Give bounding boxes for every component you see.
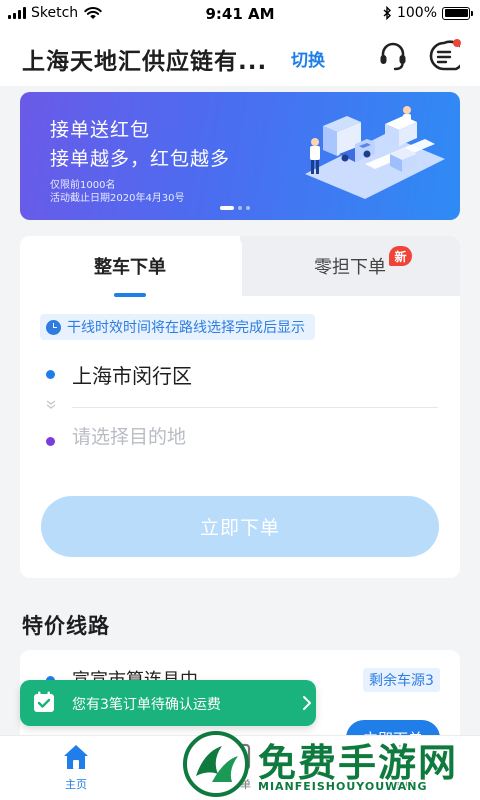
home-icon	[64, 745, 88, 769]
destination-input[interactable]	[72, 426, 372, 448]
status-right: 100%	[383, 5, 473, 21]
banner-dot[interactable]	[246, 206, 250, 210]
banner-note-deadline: 活动截止日期2020年4月30号	[50, 193, 185, 204]
origin-dot	[46, 370, 55, 379]
watermark-logo-icon	[183, 731, 249, 797]
calendar-check-icon	[34, 691, 54, 712]
toast-message: 您有3笔订单待确认运费	[72, 697, 221, 713]
banner-headline: 接单送红包	[50, 119, 151, 141]
watermark-title: 免费手游网	[258, 741, 459, 785]
tab-home-label: 主页	[65, 778, 87, 791]
promo-banner[interactable]: 接单送红包 接单越多，红包越多 仅限前1000名 活动截止日期2020年4月30…	[20, 92, 460, 220]
headset-icon[interactable]	[377, 40, 409, 72]
banner-dot[interactable]	[220, 206, 234, 210]
banner-pagination	[220, 206, 250, 210]
clock-icon	[46, 319, 61, 335]
banner-subheadline: 接单越多，红包越多	[50, 148, 231, 170]
battery-percent: 100%	[396, 5, 437, 21]
origin-field[interactable]: 上海市闵行区	[72, 360, 192, 389]
tab-home[interactable]: 主页	[36, 742, 116, 792]
transit-time-tip: 干线时效时间将在路线选择完成后显示	[40, 314, 315, 340]
tab-less-than-truckload[interactable]: 零担下单	[240, 236, 460, 296]
tab-full-truckload[interactable]: 整车下单	[20, 236, 240, 296]
place-order-button[interactable]: 立即下单	[41, 496, 439, 557]
unread-dot	[453, 39, 461, 47]
app-header: 上海天地汇供应链有... 切换	[0, 28, 480, 86]
logistics-illustration	[305, 106, 445, 199]
battery-icon	[442, 6, 473, 20]
double-chevron-down-icon	[46, 400, 56, 409]
company-name: 上海天地汇供应链有...	[22, 49, 268, 75]
active-tab-indicator	[114, 293, 146, 297]
destination-dot	[46, 437, 55, 446]
banner-dot[interactable]	[238, 206, 242, 210]
bluetooth-icon	[383, 6, 391, 20]
switch-company-button[interactable]: 切换	[291, 46, 325, 71]
tip-text: 干线时效时间将在路线选择完成后显示	[67, 320, 305, 336]
pending-orders-toast[interactable]: 您有3笔订单待确认运费	[20, 680, 316, 726]
site-watermark: 免费手游网 MIANFEISHOUYOUWANG	[182, 730, 480, 800]
remaining-vehicles-tag: 剩余车源3	[363, 668, 440, 692]
chevron-right-icon	[303, 696, 311, 710]
order-card: 整车下单 零担下单 新 干线时效时间将在路线选择完成后显示 上海市闵行区 立即下…	[20, 236, 460, 578]
watermark-subtitle: MIANFEISHOUYOUWANG	[258, 780, 428, 793]
new-badge: 新	[389, 246, 412, 266]
status-bar: Sketch 9:41 AM 100%	[0, 0, 480, 28]
special-routes-title: 特价线路	[22, 614, 110, 638]
message-button[interactable]	[428, 39, 466, 72]
route-divider	[72, 407, 438, 408]
